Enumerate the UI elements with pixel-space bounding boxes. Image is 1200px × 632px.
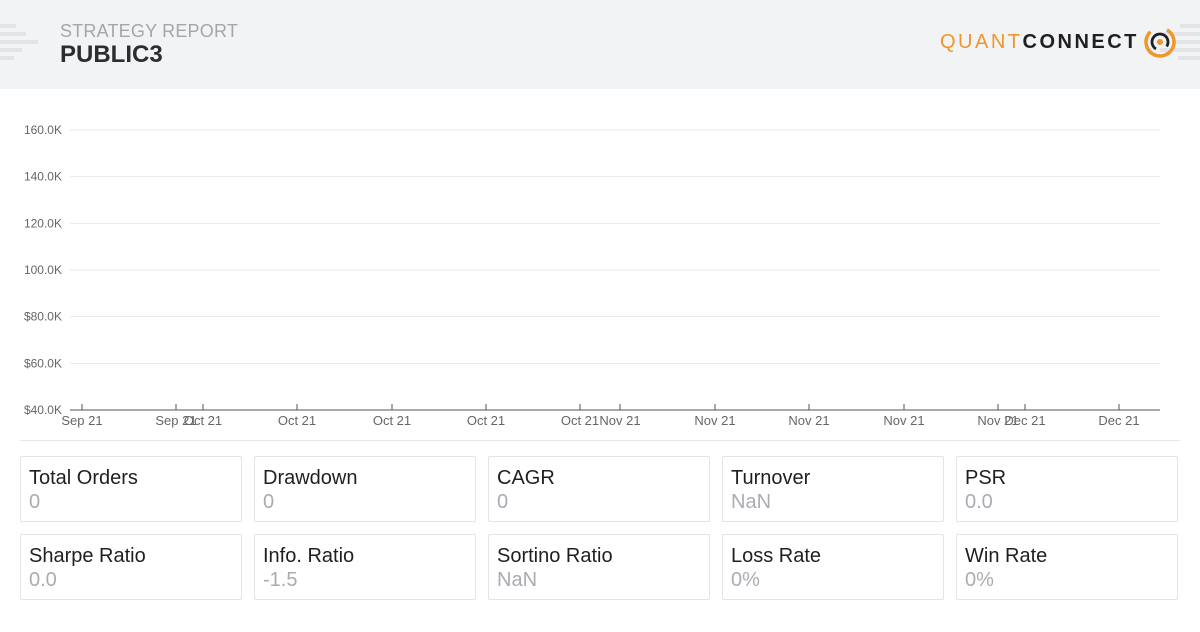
equity-chart: 160.0K 140.0K 120.0K 100.0K $80.0K $60.0K $40.… (0, 110, 1200, 440)
metric-value: NaN (497, 569, 538, 591)
quantconnect-logo: QUANT CONNECT (940, 24, 1177, 60)
metric-label: Turnover (731, 467, 811, 489)
metric-value: 0.0 (965, 491, 993, 513)
metric-value: 0 (497, 491, 509, 513)
metric-value: NaN (731, 491, 772, 513)
metric-value: 0.0 (29, 569, 57, 591)
equity-chart-svg: 160.0K 140.0K 120.0K 100.0K $80.0K $60.0K $40.… (24, 123, 1160, 428)
section-divider (20, 440, 1180, 441)
y-tick-label: 120.0K (24, 216, 62, 230)
y-tick-label: 100.0K (24, 263, 62, 277)
metric-card-loss-rate: Loss Rate 0% (722, 534, 944, 600)
metric-value: 0 (263, 491, 275, 513)
metric-label: Sortino Ratio (497, 545, 613, 567)
metric-label: CAGR (497, 467, 555, 489)
metric-value: -1.5 (263, 569, 298, 591)
y-tick-label: $40.0K (24, 403, 62, 417)
logo-text-quant: QUANT (940, 30, 1023, 53)
x-tick-label: Nov 21 (599, 413, 640, 428)
metric-label: Drawdown (263, 467, 358, 489)
metric-value: 0% (965, 569, 994, 591)
metric-card-sortino-ratio: Sortino Ratio NaN (488, 534, 710, 600)
report-header: STRATEGY REPORT PUBLIC3 QUANT CONNECT (0, 0, 1200, 89)
metric-label: Info. Ratio (263, 545, 355, 567)
x-tick-label: Oct 21 (561, 413, 599, 428)
x-tick-label: Sep 21 (61, 413, 102, 428)
metric-card-sharpe-ratio: Sharpe Ratio 0.0 (20, 534, 242, 600)
report-type-label: STRATEGY REPORT (60, 21, 239, 41)
metric-card-drawdown: Drawdown 0 (254, 456, 476, 522)
x-tick-label: Oct 21 (373, 413, 411, 428)
y-tick-label: 160.0K (24, 123, 62, 137)
metric-value: 0 (29, 491, 41, 513)
y-tick-label: $60.0K (24, 356, 62, 370)
x-tick-label: Dec 21 (1004, 413, 1045, 428)
metric-card-turnover: Turnover NaN (722, 456, 944, 522)
metric-label: Total Orders (29, 467, 138, 489)
metric-label: Win Rate (965, 545, 1048, 567)
x-tick-label: Dec 21 (1098, 413, 1139, 428)
metric-value: 0% (731, 569, 760, 591)
strategy-title: PUBLIC3 (60, 41, 163, 68)
metric-label: Loss Rate (731, 545, 822, 567)
x-tick-label: Nov 21 (788, 413, 829, 428)
y-tick-label: $80.0K (24, 310, 62, 324)
metric-card-psr: PSR 0.0 (956, 456, 1178, 522)
metric-label: Sharpe Ratio (29, 545, 146, 567)
metric-card-win-rate: Win Rate 0% (956, 534, 1178, 600)
metric-label: PSR (965, 467, 1007, 489)
logo-text-connect: CONNECT (1022, 30, 1139, 53)
metric-card-cagr: CAGR 0 (488, 456, 710, 522)
quantconnect-logo-icon (1144, 26, 1176, 58)
x-tick-label: Oct 21 (467, 413, 505, 428)
x-tick-label: Nov 21 (883, 413, 924, 428)
x-tick-label: Oct 21 (184, 413, 222, 428)
x-tick-label: Oct 21 (278, 413, 316, 428)
y-tick-label: 140.0K (24, 170, 62, 184)
metric-card-info-ratio: Info. Ratio -1.5 (254, 534, 476, 600)
x-tick-label: Nov 21 (694, 413, 735, 428)
metric-card-total-orders: Total Orders 0 (20, 456, 242, 522)
